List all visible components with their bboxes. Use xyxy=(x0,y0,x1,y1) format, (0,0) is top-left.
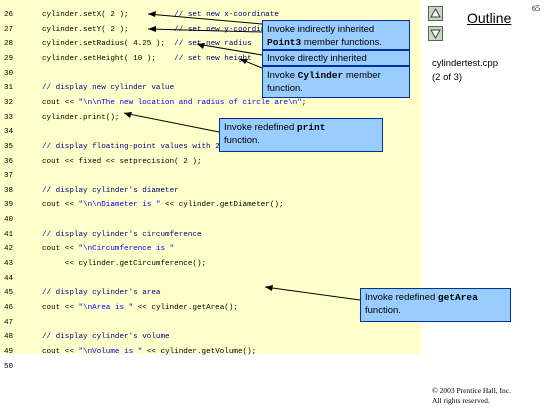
arrow-head-direct xyxy=(197,43,205,49)
callout-print-line1: Invoke redefined print xyxy=(224,121,378,134)
callout-direct-text: Invoke directly inherited xyxy=(267,53,367,64)
callout-get-area-line1: Invoke redefined getArea xyxy=(365,291,506,304)
copyright-line2: All rights reserved. xyxy=(432,396,490,405)
arrow-head-get-area xyxy=(265,285,273,291)
callout-get-area-code: getArea xyxy=(437,292,478,303)
arrow-head-indirect-1 xyxy=(148,11,156,17)
callout-get-area: Invoke redefined getArea function. xyxy=(360,288,511,322)
callout-cylinder-member: Invoke Cylinder member function. xyxy=(262,66,410,98)
arrow-head-indirect-2 xyxy=(148,26,156,32)
callout-indirect-rest: member functions. xyxy=(301,37,383,48)
arrow-line-print xyxy=(123,112,220,133)
callout-direct-inherited: Invoke directly inherited xyxy=(262,50,410,66)
callout-cylinder-suffix: member xyxy=(343,70,381,81)
callout-indirect-inherited: Invoke indirectly inherited Point3 membe… xyxy=(262,20,410,50)
callout-cylinder-code: Cylinder xyxy=(297,70,344,81)
arrow-line-get-area xyxy=(264,286,361,301)
arrow-line-direct xyxy=(196,43,263,56)
arrow-head-print xyxy=(124,112,132,118)
callout-indirect-line1: Invoke indirectly inherited xyxy=(267,24,375,35)
callout-indirect-code: Point3 xyxy=(267,37,302,48)
callout-cylinder-prefix: Invoke xyxy=(267,70,298,81)
callout-indirect-line2: Point3 member functions. xyxy=(267,36,405,49)
callout-get-area-prefix: Invoke redefined xyxy=(365,292,438,303)
callout-cylinder-line1: Invoke Cylinder member xyxy=(267,69,405,82)
arrow-line-indirect-1 xyxy=(147,13,263,25)
callout-print-prefix: Invoke redefined xyxy=(224,122,297,133)
callout-get-area-line2: function. xyxy=(365,305,401,316)
copyright-line1: © 2003 Prentice Hall, Inc. xyxy=(432,386,512,395)
callout-print: Invoke redefined print function. xyxy=(219,118,383,152)
copyright-notice: © 2003 Prentice Hall, Inc. All rights re… xyxy=(432,386,511,406)
callout-print-line2: function. xyxy=(224,135,260,146)
callout-print-code: print xyxy=(296,122,326,133)
arrow-line-indirect-2 xyxy=(147,28,263,33)
callout-cylinder-line2: function. xyxy=(267,83,303,94)
